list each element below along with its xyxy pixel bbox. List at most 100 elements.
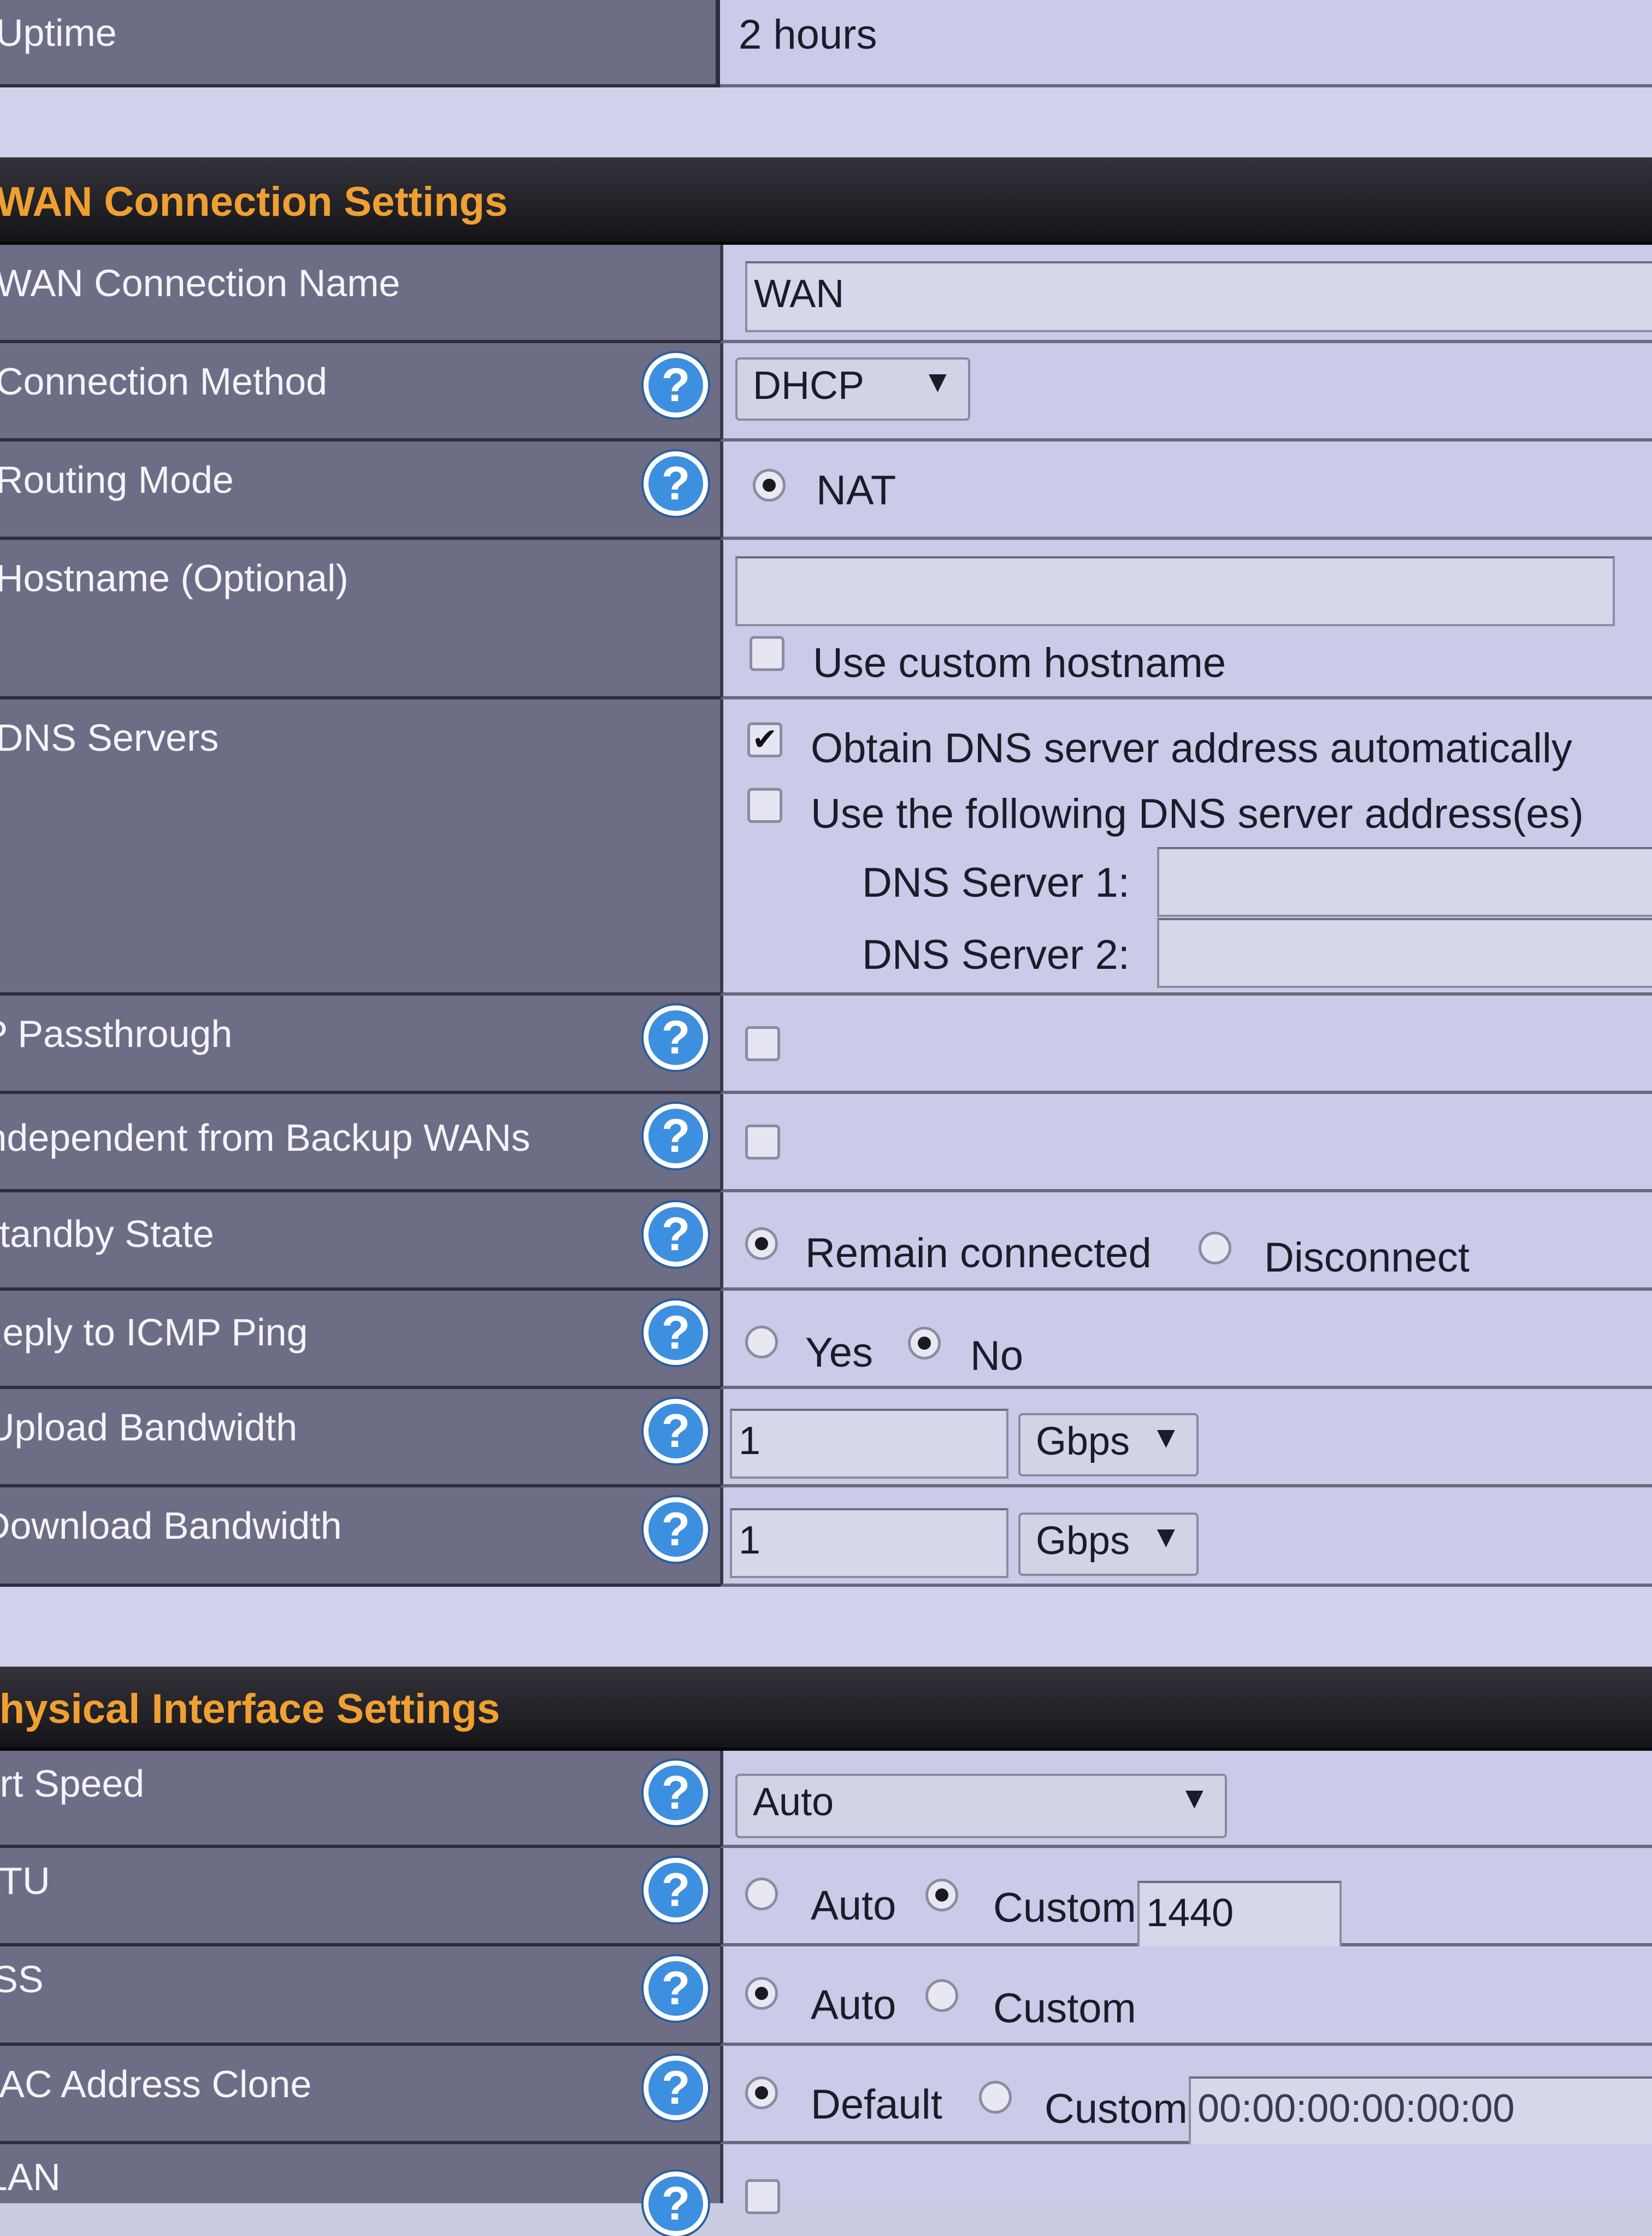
mss-label: MSS xyxy=(0,1958,44,2000)
mtu-custom-input[interactable]: 1440 xyxy=(1137,1881,1342,1951)
download-unit-select[interactable]: Gbps ▼ xyxy=(1018,1513,1199,1576)
hostname-input[interactable] xyxy=(735,556,1615,626)
help-icon[interactable]: ? xyxy=(644,1202,708,1267)
mac-default-radio[interactable] xyxy=(745,2076,778,2109)
dns-auto-label: Obtain DNS server address automatically xyxy=(811,725,1572,772)
mac-custom-label: Custom xyxy=(1045,2086,1188,2132)
phys-section-header: Physical Interface Settings xyxy=(0,1667,1652,1751)
ip-passthrough-value-cell xyxy=(720,996,1652,1094)
standby-remain-label: Remain connected xyxy=(805,1230,1152,1276)
hostname-label-cell: Hostname (Optional) xyxy=(0,540,720,699)
hostname-row: Hostname (Optional) Use custom hostname xyxy=(0,540,1652,699)
help-icon[interactable]: ? xyxy=(644,1497,708,1562)
mac-custom-radio[interactable] xyxy=(979,2081,1012,2114)
standby-remain-radio[interactable] xyxy=(745,1227,778,1260)
dns-server1-label: DNS Server 1: xyxy=(862,860,1130,906)
help-icon[interactable]: ? xyxy=(644,1761,708,1825)
section-gap xyxy=(0,1587,1652,1667)
connection-method-row: Connection Method ? DHCP ▼ xyxy=(0,343,1652,442)
mtu-label: MTU xyxy=(0,1860,50,1902)
mac-clone-label: MAC Address Clone xyxy=(0,2063,312,2105)
vlan-value-cell xyxy=(720,2144,1652,2214)
dns-server2-label: DNS Server 2: xyxy=(862,932,1130,978)
upload-bandwidth-label-cell: Upload Bandwidth ? xyxy=(0,1389,720,1487)
independent-backup-value-cell xyxy=(720,1094,1652,1192)
custom-hostname-checkbox[interactable] xyxy=(750,636,784,671)
help-icon[interactable]: ? xyxy=(644,353,708,417)
help-icon[interactable]: ? xyxy=(644,2056,708,2120)
uptime-row: Uptime 2 hours xyxy=(0,0,1652,87)
connection-method-selected: DHCP xyxy=(753,364,865,408)
dns-server1-input[interactable] xyxy=(1157,847,1652,917)
dns-manual-checkbox[interactable] xyxy=(747,788,782,823)
routing-mode-label-cell: Routing Mode ? xyxy=(0,442,720,540)
standby-disconnect-radio[interactable] xyxy=(1199,1232,1231,1264)
ip-passthrough-label: IP Passthrough xyxy=(0,1013,233,1055)
icmp-yes-label: Yes xyxy=(805,1329,873,1376)
wan-name-row: WAN Connection Name WAN xyxy=(0,245,1652,343)
help-icon[interactable]: ? xyxy=(644,1858,708,1922)
help-icon[interactable]: ? xyxy=(644,1956,708,2021)
wan-section-header: WAN Connection Settings xyxy=(0,157,1652,245)
dns-auto-checkbox[interactable]: ✔ xyxy=(747,722,782,757)
icmp-ping-label-cell: Reply to ICMP Ping ? xyxy=(0,1291,720,1389)
independent-backup-label: Independent from Backup WANs xyxy=(0,1116,530,1159)
standby-disconnect-label: Disconnect xyxy=(1264,1234,1470,1281)
mac-clone-row: MAC Address Clone ? Default Custom 00:00… xyxy=(0,2046,1652,2146)
wan-section-title: WAN Connection Settings xyxy=(0,179,508,225)
port-speed-label-cell: Port Speed ? xyxy=(0,1751,720,1848)
mss-label-cell: MSS ? xyxy=(0,1946,720,2046)
dns-manual-label: Use the following DNS server address(es) xyxy=(811,791,1584,837)
help-icon[interactable]: ? xyxy=(644,1005,708,1070)
download-bandwidth-label: Download Bandwidth xyxy=(0,1504,342,1547)
help-icon[interactable]: ? xyxy=(644,1301,708,1365)
vlan-checkbox[interactable] xyxy=(745,2179,780,2214)
icmp-ping-value-cell: Yes No xyxy=(720,1291,1652,1389)
independent-backup-checkbox[interactable] xyxy=(745,1125,780,1160)
uptime-value: 2 hours xyxy=(739,11,877,58)
routing-mode-row: Routing Mode ? NAT xyxy=(0,442,1652,540)
help-icon[interactable]: ? xyxy=(644,1399,708,1463)
mtu-row: MTU ? Auto Custom 1440 xyxy=(0,1848,1652,1951)
icmp-no-radio[interactable] xyxy=(908,1327,941,1360)
phys-section-title: Physical Interface Settings xyxy=(0,1686,500,1732)
ip-passthrough-checkbox[interactable] xyxy=(745,1026,780,1061)
upload-bandwidth-input[interactable]: 1 xyxy=(730,1409,1008,1479)
mac-default-label: Default xyxy=(811,2081,942,2128)
help-icon[interactable]: ? xyxy=(644,451,708,516)
icmp-ping-label: Reply to ICMP Ping xyxy=(0,1311,308,1354)
help-icon[interactable]: ? xyxy=(644,2172,708,2236)
mss-custom-radio[interactable] xyxy=(925,1979,958,2012)
wan-name-label-cell: WAN Connection Name xyxy=(0,245,720,343)
download-bandwidth-input[interactable]: 1 xyxy=(730,1508,1008,1578)
mac-custom-input[interactable]: 00:00:00:00:00:00 xyxy=(1189,2076,1652,2146)
mtu-custom-radio[interactable] xyxy=(925,1879,958,1911)
mss-row: MSS ? Auto Custom xyxy=(0,1946,1652,2046)
port-speed-select[interactable]: Auto ▼ xyxy=(735,1774,1227,1838)
connection-method-select[interactable]: DHCP ▼ xyxy=(735,357,970,421)
wan-name-label: WAN Connection Name xyxy=(0,262,400,304)
wan-name-input[interactable]: WAN xyxy=(745,261,1652,332)
routing-mode-nat-label: NAT xyxy=(816,467,896,514)
upload-unit-select[interactable]: Gbps ▼ xyxy=(1018,1413,1199,1476)
mtu-label-cell: MTU ? xyxy=(0,1848,720,1946)
mtu-auto-radio[interactable] xyxy=(745,1878,778,1910)
port-speed-label: Port Speed xyxy=(0,1762,145,1805)
dns-server2-input[interactable] xyxy=(1157,918,1652,988)
mss-value-cell: Auto Custom xyxy=(720,1946,1652,2046)
download-bandwidth-label-cell: Download Bandwidth ? xyxy=(0,1487,720,1587)
mac-clone-value-cell: Default Custom 00:00:00:00:00:00 xyxy=(720,2046,1652,2146)
mss-auto-radio[interactable] xyxy=(745,1977,778,2010)
icmp-yes-radio[interactable] xyxy=(745,1326,778,1358)
uptime-label-cell: Uptime xyxy=(0,0,720,87)
chevron-down-icon: ▼ xyxy=(1150,1420,1181,1454)
hostname-value-cell: Use custom hostname xyxy=(720,540,1652,699)
port-speed-row: Port Speed ? Auto ▼ xyxy=(0,1751,1652,1848)
help-icon[interactable]: ? xyxy=(644,1104,708,1168)
upload-bandwidth-row: Upload Bandwidth ? 1 Gbps ▼ xyxy=(0,1389,1652,1487)
dns-servers-value-cell: ✔ Obtain DNS server address automaticall… xyxy=(720,699,1652,996)
routing-mode-nat-radio[interactable] xyxy=(753,469,786,502)
mac-clone-label-cell: MAC Address Clone ? xyxy=(0,2046,720,2144)
chevron-down-icon: ▼ xyxy=(1179,1780,1210,1815)
upload-unit-selected: Gbps xyxy=(1036,1420,1130,1463)
